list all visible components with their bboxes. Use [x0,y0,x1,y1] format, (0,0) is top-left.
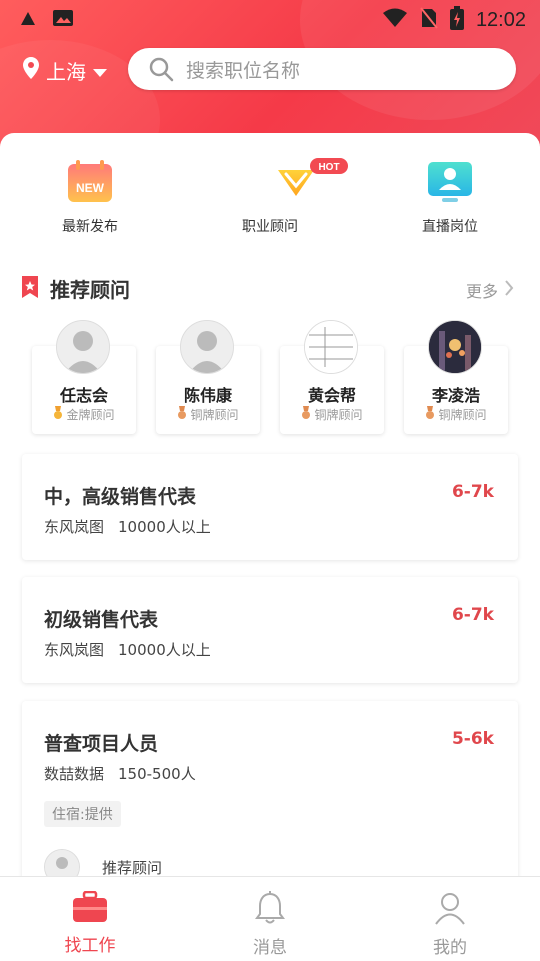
section-title-text: 推荐顾问 [50,278,130,302]
avatar [56,320,110,374]
medal-bronze-icon [177,406,187,423]
quick-item-latest[interactable]: NEW 最新发布 [0,156,180,236]
android-notification-icon [18,8,38,32]
status-time: 12:02 [475,9,526,31]
job-card[interactable]: 普查项目人员 5-6k 数喆数据 150-500人 住宿:提供 推荐顾问 [22,701,518,901]
advisor-level-text: 铜牌顾问 [438,408,487,422]
calendar-new-icon: NEW [64,156,116,208]
tab-label: 消息 [253,938,287,958]
advisor-list: 任志会 金牌顾问 陈伟康 铜牌顾问 黄会帮 铜牌顾问 李凌浩 铜牌顾问 [32,320,508,434]
image-notification-icon [52,8,74,32]
quick-item-live[interactable]: 直播岗位 [360,156,540,236]
chevron-right-icon [504,279,514,301]
job-company-info: 东风岚图 10000人以上 [44,516,211,537]
company-name: 东风岚图 [44,641,105,659]
job-company-info: 东风岚图 10000人以上 [44,639,211,660]
bookmark-star-icon [20,275,40,303]
no-sim-icon [420,7,438,34]
advisor-name: 陈伟康 [183,386,232,405]
job-advisor-label: 推荐顾问 [102,858,163,877]
user-icon [434,891,466,929]
job-salary: 5-6k [451,729,494,749]
advisor-level-text: 金牌顾问 [66,408,115,422]
tab-label: 找工作 [64,936,116,956]
more-link[interactable]: 更多 [466,278,514,302]
advisor-level-text: 铜牌顾问 [190,408,239,422]
job-salary: 6-7k [451,482,494,502]
medal-gold-icon [53,406,63,423]
tab-profile[interactable]: 我的 [360,877,540,961]
quick-item-label: 直播岗位 [422,219,478,235]
section-title-recommend: 推荐顾问 [20,274,130,303]
avatar [180,320,234,374]
battery-icon [449,6,464,35]
tab-label: 我的 [433,938,467,958]
job-title: 普查项目人员 [44,733,159,755]
job-card[interactable]: 中，高级销售代表 6-7k 东风岚图 10000人以上 [22,454,518,560]
advisor-name: 黄会帮 [307,386,356,405]
job-title: 初级销售代表 [44,609,159,631]
wifi-icon [382,8,408,33]
quick-item-label: 最新发布 [62,219,118,235]
medal-bronze-icon [425,406,435,423]
advisor-name: 李凌浩 [431,386,480,405]
advisor-card[interactable]: 陈伟康 铜牌顾问 [156,320,260,434]
live-screen-icon [424,156,476,208]
bottom-tab-bar: 找工作 消息 我的 [0,876,540,961]
tab-find-job[interactable]: 找工作 [0,877,180,961]
job-title: 中，高级销售代表 [44,486,197,508]
advisor-card[interactable]: 任志会 金牌顾问 [32,320,136,434]
job-salary: 6-7k [451,605,494,625]
caret-down-icon [92,59,108,83]
advisor-name: 任志会 [59,386,108,405]
status-bar: 12:02 [0,0,540,38]
company-size: 10000人以上 [118,641,211,659]
advisor-level: 金牌顾问 [32,406,136,423]
company-size: 10000人以上 [118,518,211,536]
briefcase-icon [72,890,108,927]
medal-bronze-icon [301,406,311,423]
location-pin-icon [22,56,40,85]
advisor-diamond-icon: HOT [244,156,348,208]
city-selector[interactable]: 上海 [22,56,108,85]
bell-icon [254,891,286,929]
advisor-card[interactable]: 李凌浩 铜牌顾问 [404,320,508,434]
quick-item-label: 职业顾问 [242,219,298,235]
advisor-level: 铜牌顾问 [280,406,384,423]
search-icon [148,56,174,82]
advisor-level-text: 铜牌顾问 [314,408,363,422]
job-card[interactable]: 初级销售代表 6-7k 东风岚图 10000人以上 [22,577,518,683]
advisor-level: 铜牌顾问 [156,406,260,423]
avatar [304,320,358,374]
quick-item-advisor[interactable]: HOT 职业顾问 [180,156,360,236]
advisor-level: 铜牌顾问 [404,406,508,423]
city-name: 上海 [46,60,86,84]
job-company-info: 数喆数据 150-500人 [44,763,196,784]
company-size: 150-500人 [118,765,196,783]
company-name: 数喆数据 [44,765,105,783]
advisor-card[interactable]: 黄会帮 铜牌顾问 [280,320,384,434]
search-placeholder[interactable]: 搜索职位名称 [186,56,300,83]
more-label: 更多 [465,282,498,301]
svg-text:HOT: HOT [318,162,339,173]
svg-text:NEW: NEW [76,181,105,195]
company-name: 东风岚图 [44,518,105,536]
search-bar[interactable]: 搜索职位名称 [128,48,516,90]
quick-menu: NEW 最新发布 HOT 职业顾问 直播岗位 [0,156,540,236]
tab-messages[interactable]: 消息 [180,877,360,961]
job-benefit-tag: 住宿:提供 [44,801,121,827]
avatar [428,320,482,374]
